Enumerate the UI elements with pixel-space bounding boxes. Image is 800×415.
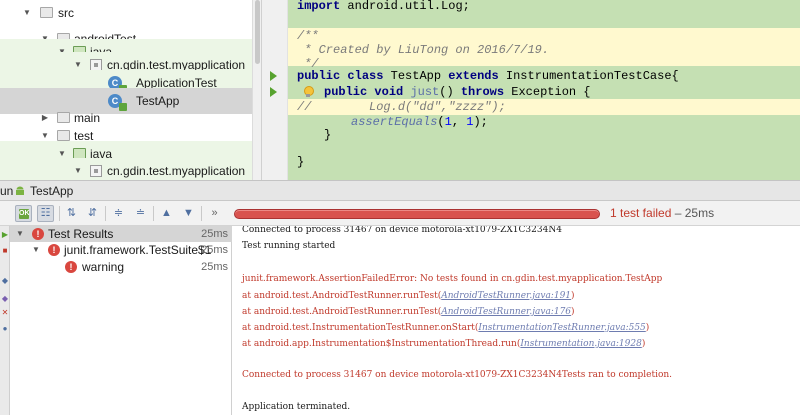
collapse-all-icon[interactable]: ≐ (132, 205, 149, 222)
code-line: } (324, 128, 332, 142)
result-label: junit.framework.TestSuite$1 (64, 243, 212, 257)
console-error-line: junit.framework.AssertionFailedError: No… (242, 274, 663, 284)
tree-scrollbar[interactable] (252, 0, 262, 180)
tree-item-label: src (58, 6, 74, 20)
stack-trace-line: at android.test.AndroidTestRunner.runTes… (242, 291, 575, 301)
source-link[interactable]: AndroidTestRunner.java:176 (441, 307, 571, 317)
folder-icon (57, 130, 70, 141)
tree-item-label: cn.gdin.test.myapplication (107, 164, 246, 178)
toolbar-separator (201, 206, 202, 221)
result-time: 25ms (201, 228, 228, 240)
code-line: import android.util.Log; (297, 0, 470, 13)
error-icon: ! (65, 261, 77, 273)
test-status-summary: 1 test failed – 25ms (610, 206, 715, 220)
chevron-down-icon[interactable]: ▼ (32, 242, 40, 258)
previous-failed-icon[interactable]: ▲ (158, 205, 175, 222)
show-passed-button[interactable]: OK (15, 205, 32, 222)
next-failed-icon[interactable]: ▼ (180, 205, 197, 222)
folder-icon (57, 112, 70, 123)
run-panel-title: un (0, 184, 14, 198)
tree-item-package-test[interactable]: ▼ cn.gdin.test.myapplication (0, 158, 252, 180)
failed-count: 1 test failed (610, 206, 672, 220)
test-console-output[interactable]: Connected to process 31467 on device mot… (233, 226, 800, 415)
show-ignored-button[interactable]: ☷ (37, 205, 54, 222)
tree-item-src[interactable]: ▼ src (0, 0, 252, 26)
total-duration: 25ms (684, 206, 715, 220)
test-progress-bar (234, 209, 600, 219)
expand-all-icon[interactable]: ≑ (110, 205, 127, 222)
code-line: */ (288, 56, 800, 71)
console-line: Test running started (242, 241, 336, 251)
test-runner-toolbar: OK ☷ ⇅ ⇵ ≑ ≐ ▲ ▼ » 1 test failed – 25ms (0, 201, 800, 226)
editor-gutter (262, 0, 288, 180)
sort-alphabetically-icon[interactable]: ⇅ (63, 205, 80, 222)
folder-icon (40, 7, 53, 18)
chevron-down-icon[interactable]: ▼ (22, 0, 32, 26)
check-icon: OK (19, 209, 30, 219)
code-line: } (297, 155, 305, 169)
error-icon: ! (48, 244, 60, 256)
close-icon[interactable]: ✕ (1, 308, 9, 317)
rerun-icon[interactable]: ▶ (1, 230, 9, 239)
source-link[interactable]: Instrumentation.java:1928 (520, 339, 641, 349)
help-icon[interactable]: ● (1, 324, 9, 333)
run-panel-header: un TestApp (0, 180, 800, 201)
pin-icon[interactable]: ◆ (1, 294, 9, 303)
error-icon: ! (32, 228, 44, 240)
toolbar-separator (59, 206, 60, 221)
android-icon (16, 186, 24, 195)
toolbar-separator (153, 206, 154, 221)
chevron-down-icon[interactable]: ▼ (73, 158, 83, 180)
code-editor[interactable]: import android.util.Log; /** * Created b… (288, 0, 800, 180)
result-time: 25ms (201, 261, 228, 273)
result-test[interactable]: ! warning 25ms (10, 259, 232, 275)
more-icon[interactable]: » (206, 205, 223, 222)
code-line: public class TestApp extends Instrumenta… (297, 69, 679, 83)
stack-trace-line: at android.test.AndroidTestRunner.runTes… (242, 307, 575, 317)
top-area: ▼ src ▼ androidTest ▼ java ▼ cn.gdin.tes… (0, 0, 800, 180)
run-side-toolbar: ▶ ■ ◆ ◆ ✕ ● (0, 226, 10, 415)
toggle-icon[interactable]: ◆ (1, 276, 9, 285)
result-time: 25ms (201, 244, 228, 256)
stack-trace-line: at android.test.InstrumentationTestRunne… (242, 323, 650, 333)
toolbar-separator (105, 206, 106, 221)
console-line: Connected to process 31467 on device mot… (242, 370, 673, 380)
run-config-name[interactable]: TestApp (30, 181, 73, 201)
stack-trace-line: at android.app.Instrumentation$Instrumen… (242, 339, 646, 349)
scrollbar-thumb[interactable] (255, 0, 260, 64)
source-link[interactable]: InstrumentationTestRunner.java:555 (478, 323, 645, 333)
sort-by-duration-icon[interactable]: ⇵ (84, 205, 101, 222)
project-tree: ▼ src ▼ androidTest ▼ java ▼ cn.gdin.tes… (0, 0, 252, 180)
console-line: Application terminated. (242, 402, 351, 412)
result-root[interactable]: ▼ ! Test Results 25ms (10, 226, 232, 242)
console-line: Connected to process 31467 on device mot… (242, 226, 562, 235)
test-results-tree: ▼ ! Test Results 25ms ▼ ! junit.framewor… (10, 226, 232, 415)
lightbulb-icon[interactable] (303, 86, 314, 98)
stop-icon[interactable]: ■ (1, 246, 9, 255)
code-line: public void just() throws Exception { (324, 85, 591, 99)
run-test-icon[interactable] (270, 87, 277, 97)
result-suite[interactable]: ▼ ! junit.framework.TestSuite$1 25ms (10, 242, 232, 258)
result-label: Test Results (48, 227, 114, 241)
chevron-down-icon[interactable]: ▼ (16, 226, 24, 242)
run-test-icon[interactable] (270, 71, 277, 81)
result-label: warning (82, 260, 125, 274)
code-line: // Log.d("dd","zzzz"); (288, 99, 800, 115)
source-link[interactable]: AndroidTestRunner.java:191 (441, 291, 571, 301)
package-icon (90, 165, 102, 177)
